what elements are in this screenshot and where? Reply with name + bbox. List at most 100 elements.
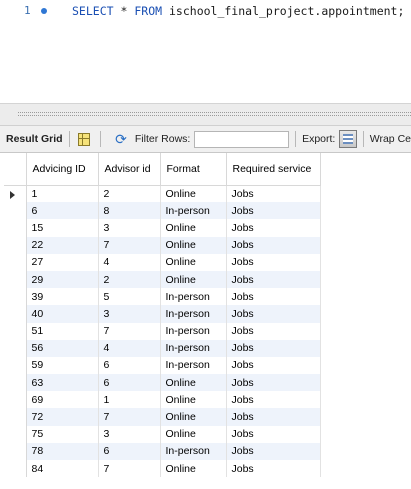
row-selector[interactable] (4, 202, 27, 220)
column-header-advisor-id[interactable]: Advisor id (98, 153, 161, 186)
cell-advisor-id[interactable]: 1 (98, 391, 161, 409)
cell-advisor-id[interactable]: 7 (98, 236, 161, 254)
cell-advicing-id[interactable]: 51 (26, 322, 99, 340)
row-selector-header[interactable] (4, 153, 27, 186)
sql-statement[interactable]: SELECT * FROM ischool_final_project.appo… (72, 4, 404, 18)
table-row[interactable]: 1 2 Online Jobs (4, 185, 321, 203)
cell-advisor-id[interactable]: 7 (98, 460, 161, 478)
cell-advicing-id[interactable]: 22 (26, 236, 99, 254)
cell-advisor-id[interactable]: 3 (98, 305, 161, 323)
cell-format[interactable]: Online (160, 219, 227, 237)
cell-advicing-id[interactable]: 40 (26, 305, 99, 323)
cell-advisor-id[interactable]: 3 (98, 425, 161, 443)
table-row[interactable]: 29 2 Online Jobs (4, 270, 321, 289)
cell-advicing-id[interactable]: 84 (26, 460, 99, 478)
cell-advicing-id[interactable]: 1 (26, 185, 99, 203)
row-selector[interactable] (4, 270, 27, 289)
cell-advisor-id[interactable]: 2 (98, 185, 161, 203)
row-selector[interactable] (4, 322, 27, 340)
wrap-cell-content-label[interactable]: Wrap Ce (370, 133, 411, 145)
filter-rows-input[interactable] (194, 130, 290, 148)
cell-required-service[interactable]: Jobs (226, 305, 321, 323)
cell-format[interactable]: Online (160, 425, 227, 443)
row-selector[interactable] (4, 219, 27, 237)
panel-splitter[interactable] (0, 103, 411, 125)
table-row[interactable]: 6 8 In-person Jobs (4, 202, 321, 220)
cell-required-service[interactable]: Jobs (226, 236, 321, 254)
table-row[interactable]: 59 6 In-person Jobs (4, 356, 321, 375)
cell-format[interactable]: Online (160, 391, 227, 409)
row-selector[interactable] (4, 442, 27, 460)
cell-required-service[interactable]: Jobs (226, 408, 321, 426)
cell-advisor-id[interactable]: 5 (98, 288, 161, 306)
cell-required-service[interactable]: Jobs (226, 202, 321, 220)
cell-format[interactable]: In-person (160, 288, 227, 306)
table-row[interactable]: 27 4 Online Jobs (4, 253, 321, 271)
table-row[interactable]: 40 3 In-person Jobs (4, 305, 321, 323)
cell-format[interactable]: Online (160, 408, 227, 426)
cell-format[interactable]: In-person (160, 322, 227, 340)
cell-required-service[interactable]: Jobs (226, 442, 321, 460)
column-header-advicing-id[interactable]: Advicing ID (26, 153, 99, 186)
cell-advicing-id[interactable]: 27 (26, 253, 99, 271)
cell-required-service[interactable]: Jobs (226, 460, 321, 478)
table-row[interactable]: 51 7 In-person Jobs (4, 322, 321, 340)
cell-format[interactable]: Online (160, 460, 227, 478)
cell-advicing-id[interactable]: 78 (26, 442, 99, 460)
row-selector[interactable] (4, 391, 27, 409)
cell-required-service[interactable]: Jobs (226, 322, 321, 340)
cell-required-service[interactable]: Jobs (226, 339, 321, 357)
cell-format[interactable]: In-person (160, 305, 227, 323)
cell-advisor-id[interactable]: 3 (98, 219, 161, 237)
cell-advisor-id[interactable]: 6 (98, 442, 161, 460)
cell-format[interactable]: In-person (160, 202, 227, 220)
row-selector[interactable] (4, 339, 27, 357)
cell-format[interactable]: In-person (160, 339, 227, 357)
row-selector[interactable] (4, 253, 27, 271)
grid-layout-icon[interactable] (77, 132, 91, 146)
row-selector[interactable] (4, 356, 27, 375)
cell-advicing-id[interactable]: 59 (26, 356, 99, 375)
row-selector[interactable] (4, 185, 27, 203)
cell-format[interactable]: Online (160, 236, 227, 254)
cell-format[interactable]: Online (160, 253, 227, 271)
table-row[interactable]: 72 7 Online Jobs (4, 408, 321, 426)
table-row[interactable]: 63 6 Online Jobs (4, 374, 321, 392)
table-row[interactable]: 22 7 Online Jobs (4, 236, 321, 254)
cell-required-service[interactable]: Jobs (226, 425, 321, 443)
row-selector[interactable] (4, 236, 27, 254)
table-row[interactable]: 56 4 In-person Jobs (4, 339, 321, 357)
splitter-grip[interactable] (18, 112, 411, 116)
row-selector[interactable] (4, 374, 27, 392)
column-header-required-service[interactable]: Required service (226, 153, 321, 186)
cell-required-service[interactable]: Jobs (226, 270, 321, 289)
table-row[interactable]: 15 3 Online Jobs (4, 219, 321, 237)
cell-format[interactable]: In-person (160, 442, 227, 460)
cell-advicing-id[interactable]: 69 (26, 391, 99, 409)
table-row[interactable]: 75 3 Online Jobs (4, 425, 321, 443)
table-row[interactable]: 39 5 In-person Jobs (4, 288, 321, 306)
cell-advisor-id[interactable]: 4 (98, 339, 161, 357)
sql-editor[interactable]: 1 SELECT * FROM ischool_final_project.ap… (0, 0, 411, 100)
row-selector[interactable] (4, 460, 27, 478)
cell-advisor-id[interactable]: 2 (98, 270, 161, 289)
cell-required-service[interactable]: Jobs (226, 185, 321, 203)
cell-advicing-id[interactable]: 63 (26, 374, 99, 392)
cell-advicing-id[interactable]: 39 (26, 288, 99, 306)
cell-format[interactable]: In-person (160, 356, 227, 375)
cell-required-service[interactable]: Jobs (226, 288, 321, 306)
row-selector[interactable] (4, 425, 27, 443)
cell-advicing-id[interactable]: 15 (26, 219, 99, 237)
cell-advicing-id[interactable]: 56 (26, 339, 99, 357)
cell-advicing-id[interactable]: 72 (26, 408, 99, 426)
cell-advisor-id[interactable]: 7 (98, 322, 161, 340)
cell-required-service[interactable]: Jobs (226, 356, 321, 375)
refresh-icon[interactable]: ⟳ (115, 132, 127, 146)
cell-advisor-id[interactable]: 4 (98, 253, 161, 271)
row-selector[interactable] (4, 408, 27, 426)
row-selector[interactable] (4, 305, 27, 323)
cell-advisor-id[interactable]: 8 (98, 202, 161, 220)
cell-format[interactable]: Online (160, 270, 227, 289)
table-row[interactable]: 69 1 Online Jobs (4, 391, 321, 409)
cell-advicing-id[interactable]: 75 (26, 425, 99, 443)
